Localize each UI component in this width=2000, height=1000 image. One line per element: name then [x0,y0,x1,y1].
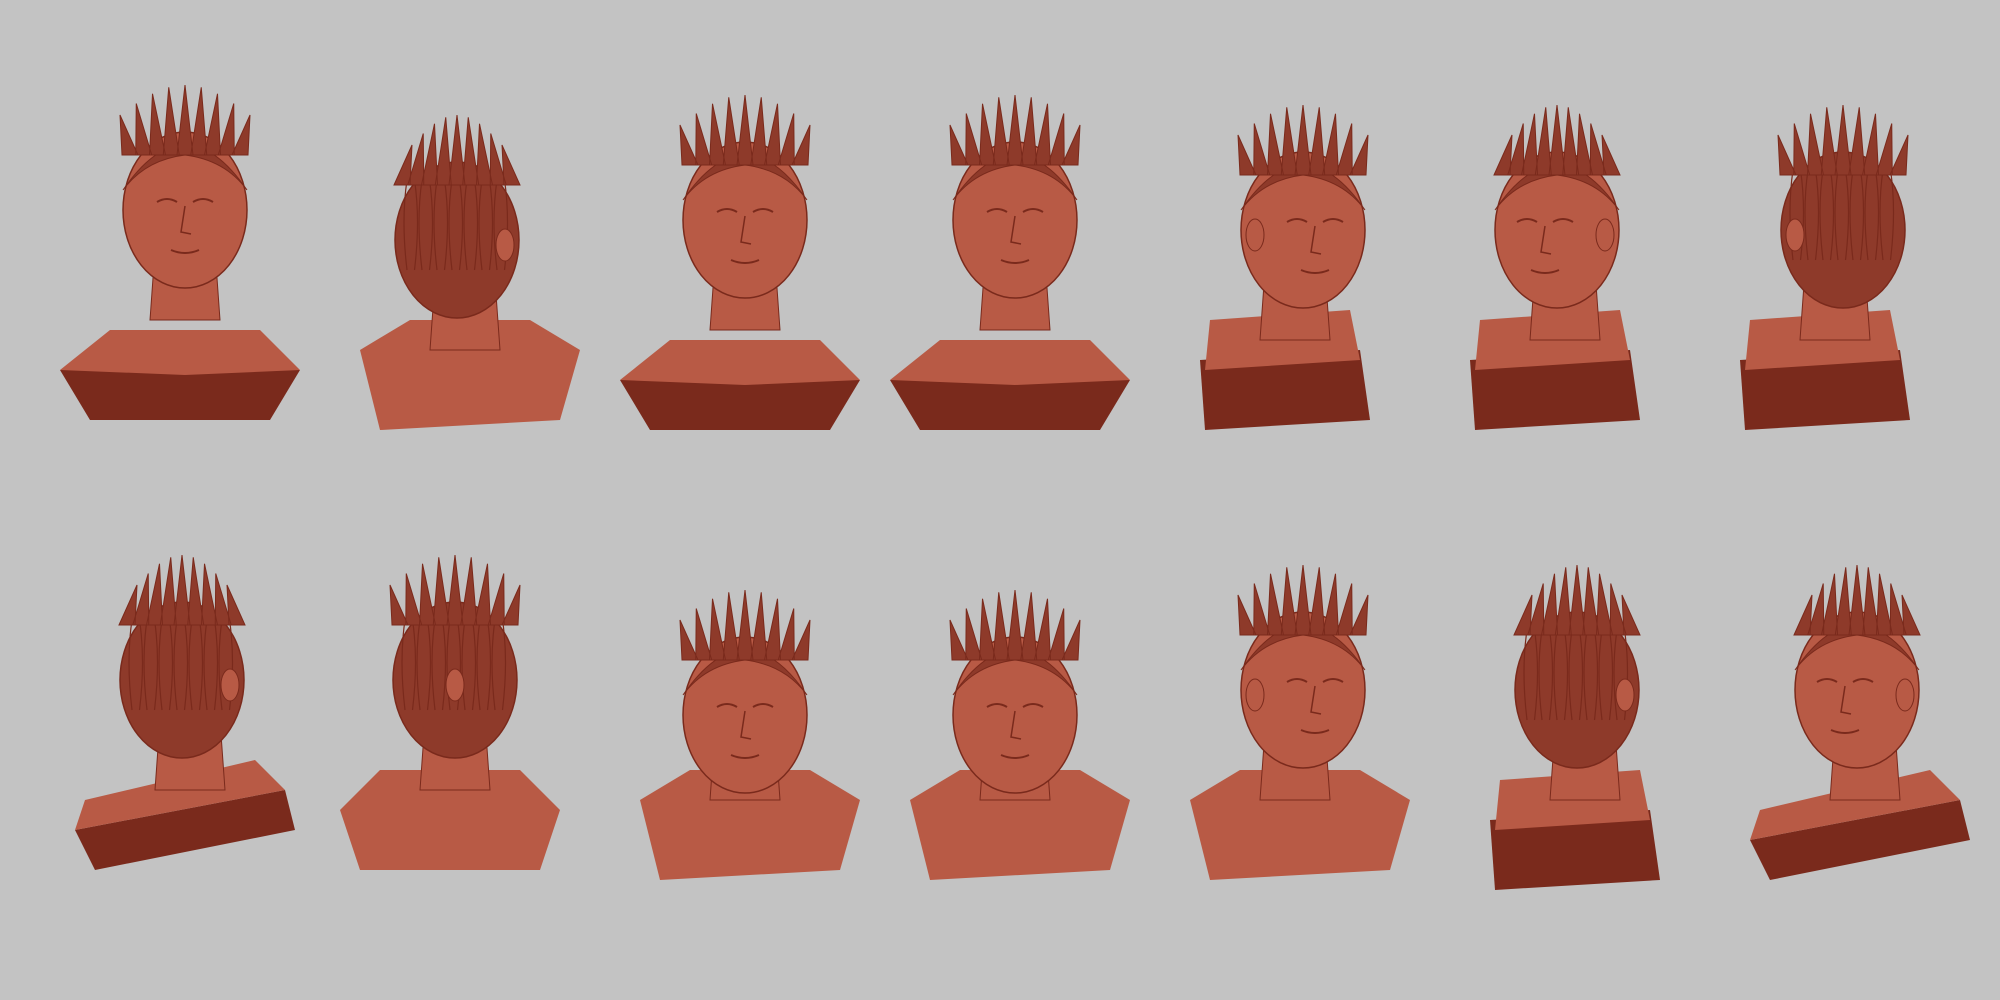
bust-view-left-3q-back [330,90,600,470]
hair-spikes [949,589,1081,661]
ear [1895,678,1915,712]
hair-spikes [1237,104,1369,176]
bust-render [360,114,580,430]
hair-spikes [1237,564,1369,636]
ear [1615,678,1635,712]
bust-view-front-up [50,60,320,440]
hair-spikes [119,84,251,156]
render-viewport [0,0,2000,1000]
bust-render [640,589,860,880]
bust-base [60,370,300,420]
bust-view-left-back-low [1450,540,1720,920]
shoulders [620,340,860,385]
ear [1245,678,1265,712]
hair-spikes [679,589,811,661]
bust-render [75,554,295,870]
hair-spikes [389,554,521,626]
bust-view-front-down-tilt [880,540,1150,920]
bust-view-back-right [1700,80,1970,460]
bust-render [1750,564,1970,880]
bust-view-back-left [55,530,325,910]
ear [1245,218,1265,252]
hair-spikes [1493,104,1621,176]
bust-render [910,589,1130,880]
bust-base [890,380,1130,430]
bust-render [1740,104,1910,430]
bust-base [620,380,860,430]
shoulders [890,340,1130,385]
bust-render [1190,564,1410,880]
hair-spikes [393,114,521,186]
bust-render [890,94,1130,430]
bust-view-back [320,530,590,910]
bust-view-right-3q-low [1160,540,1430,920]
bust-view-right-profile [1160,80,1430,460]
ear [445,668,465,702]
hair-spikes [1777,104,1909,176]
ear [1595,218,1615,252]
hair-spikes [1793,564,1921,636]
bust-render [1200,104,1370,430]
bust-render [340,554,560,870]
hair-spikes [118,554,246,626]
hair-spikes [1513,564,1641,636]
hair-spikes [679,94,811,166]
bust-render [1470,104,1640,430]
bust-view-front-3 [880,70,1150,450]
bust-render [60,84,300,420]
bust-render [620,94,860,430]
ear [1785,218,1805,252]
shoulders [60,330,300,375]
bust-view-left-3q [1430,80,1700,460]
hair-spikes [949,94,1081,166]
ear [495,228,515,262]
ear [220,668,240,702]
bust-view-left-profile-low [1730,540,2000,920]
bust-render [1490,564,1660,890]
bust-view-front-down [610,540,880,920]
bust-view-front-2 [610,70,880,450]
